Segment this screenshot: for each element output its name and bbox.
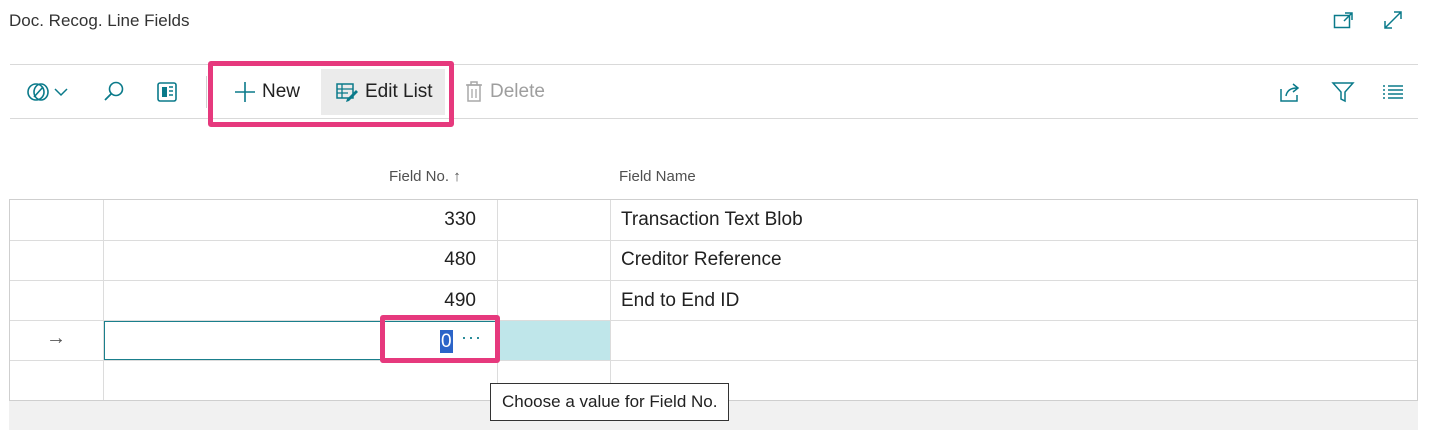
expand-icon[interactable] [1381, 8, 1405, 32]
field-no-cell[interactable]: 480 [376, 249, 476, 271]
field-name-cell[interactable]: Creditor Reference [621, 249, 782, 271]
column-header-field-no[interactable]: Field No. ↑ [389, 168, 461, 185]
toolbar-separator [206, 76, 207, 108]
lines-grid: 330 Transaction Text Blob 480 Creditor R… [9, 199, 1418, 401]
field-name-cell[interactable]: End to End ID [621, 290, 739, 312]
annotation-highlight-field-no [380, 315, 500, 363]
field-no-cell[interactable]: 490 [376, 290, 476, 312]
delete-button[interactable]: Delete [465, 64, 545, 119]
page-title: Doc. Recog. Line Fields [9, 11, 190, 30]
selected-empty-cell[interactable] [498, 321, 610, 360]
list-icon [1382, 82, 1404, 102]
field-no-cell[interactable]: 330 [376, 209, 476, 231]
column-header-field-name[interactable]: Field Name [619, 168, 696, 185]
layout-icon [155, 80, 179, 104]
grid-column-divider [497, 200, 498, 400]
search-icon [102, 80, 126, 104]
share-icon [1278, 81, 1302, 103]
page-inspect-button[interactable] [155, 64, 179, 119]
tooltip: Choose a value for Field No. [490, 383, 730, 421]
delete-label: Delete [490, 80, 545, 102]
search-button[interactable] [102, 64, 126, 119]
copilot-menu-button[interactable] [26, 64, 68, 119]
grid-column-divider [610, 200, 611, 400]
annotation-highlight-toolbar [208, 61, 454, 127]
open-new-window-icon[interactable] [1332, 8, 1356, 32]
field-name-cell[interactable]: Transaction Text Blob [621, 209, 803, 231]
filter-icon [1331, 81, 1355, 103]
grid-row-divider [10, 360, 1417, 361]
grid-row-divider [10, 280, 1417, 281]
grid-column-divider [103, 200, 104, 400]
list-view-button[interactable] [1382, 64, 1404, 119]
sort-ascending-icon: ↑ [453, 168, 461, 185]
filter-button[interactable] [1331, 64, 1355, 119]
share-button[interactable] [1278, 64, 1302, 119]
chevron-down-icon [54, 87, 68, 97]
current-row-arrow-icon: → [46, 327, 66, 349]
grid-row-divider [10, 240, 1417, 241]
trash-icon [465, 80, 483, 103]
field-no-header-label: Field No. [389, 168, 450, 185]
copilot-icon [26, 81, 52, 103]
